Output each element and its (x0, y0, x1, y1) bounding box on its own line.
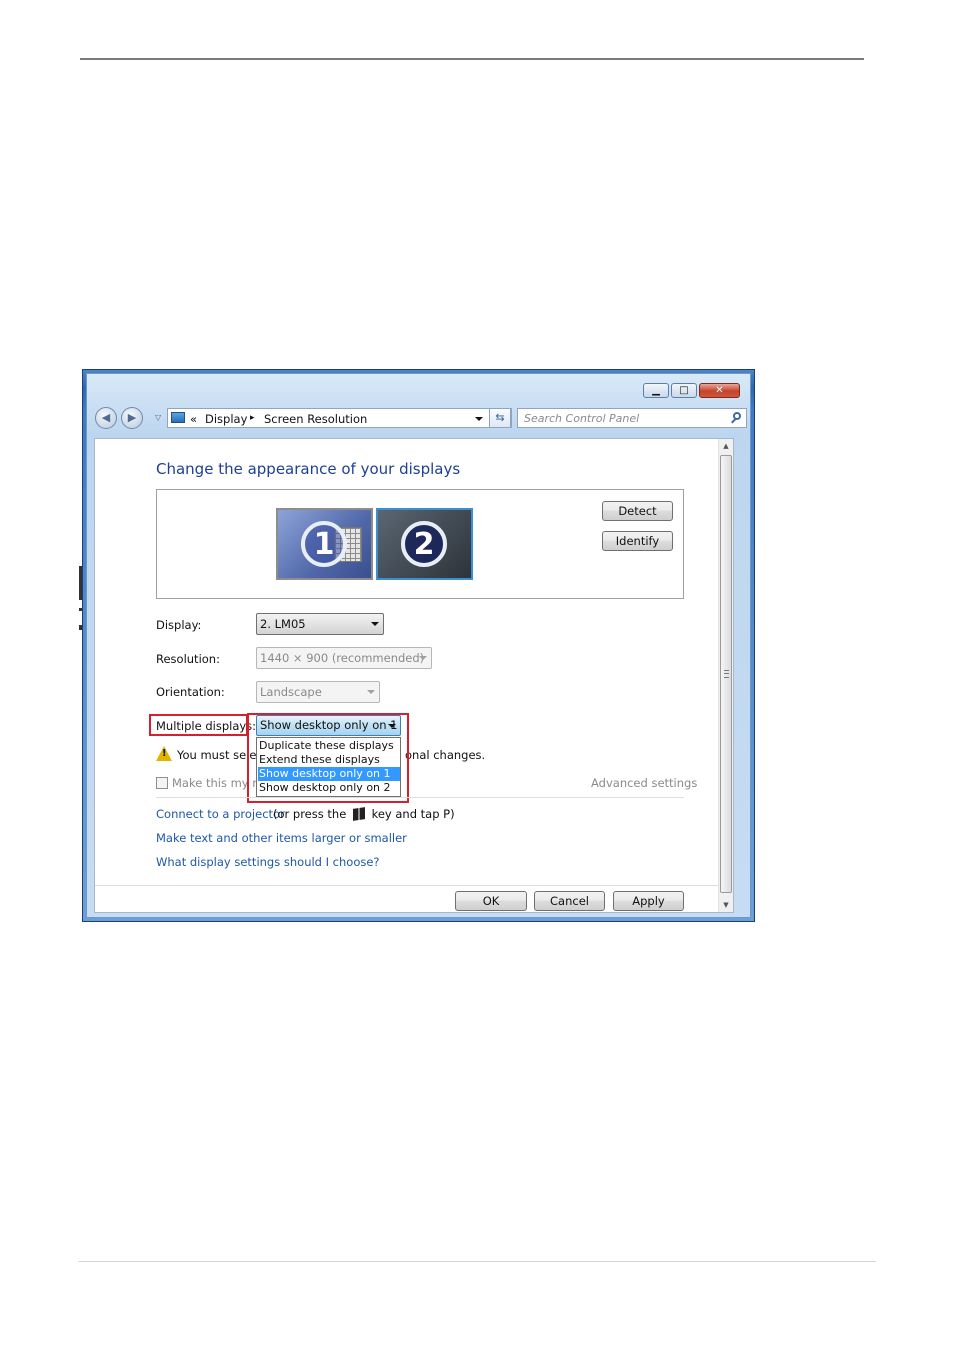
minimize-button[interactable]: ▁ (643, 383, 669, 398)
multiple-displays-label: Multiple displays: (156, 719, 257, 733)
forward-arrow-icon: ▶ (127, 411, 137, 424)
monitor-2-number: 2 (401, 521, 447, 567)
forward-button[interactable]: ▶ (121, 407, 143, 429)
projector-hint-right: key and tap P) (371, 807, 455, 821)
address-dropdown-icon[interactable] (475, 417, 483, 421)
scrollbar-grip-icon (724, 670, 729, 678)
close-icon: ✕ (715, 385, 724, 396)
detect-button[interactable]: Detect (602, 501, 673, 521)
display-help-link[interactable]: What display settings should I choose? (156, 855, 380, 869)
scroll-up-icon[interactable]: ▲ (719, 439, 733, 453)
chevron-down-icon (419, 656, 427, 660)
search-icon[interactable] (733, 412, 741, 420)
search-box[interactable]: Search Control Panel (517, 408, 747, 428)
breadcrumb-prefix[interactable]: « (190, 412, 197, 426)
close-button[interactable]: ✕ (699, 383, 740, 398)
windows-logo-icon (352, 807, 365, 821)
minimize-icon: ▁ (652, 385, 660, 396)
warning-icon: ! (156, 746, 172, 761)
maximize-button[interactable]: □ (671, 383, 697, 398)
breadcrumb-display[interactable]: Display (205, 412, 247, 426)
refresh-button[interactable]: ⇆ (489, 408, 511, 428)
maximize-icon: □ (679, 385, 689, 396)
section-divider (156, 797, 684, 798)
page-title: Change the appearance of your displays (156, 460, 461, 478)
resolution-label: Resolution: (156, 652, 220, 666)
display-select-value: 2. LM05 (260, 617, 306, 631)
content-pane: Change the appearance of your displays 1… (94, 438, 734, 913)
search-placeholder[interactable]: Search Control Panel (524, 412, 639, 425)
page-bottom-rule (78, 1261, 876, 1262)
chevron-down-icon (367, 690, 375, 694)
apply-button[interactable]: Apply (613, 891, 684, 911)
projector-hint-left: (or press the (273, 807, 347, 821)
main-display-checkbox[interactable] (156, 777, 168, 789)
orientation-label: Orientation: (156, 685, 225, 699)
display-preview-area: 1 2 Detect Identify (156, 489, 684, 599)
identify-button[interactable]: Identify (602, 531, 673, 551)
caption-buttons: ▁ □ ✕ (641, 383, 740, 398)
text-size-link[interactable]: Make text and other items larger or smal… (156, 831, 407, 845)
orientation-select: Landscape (256, 681, 380, 703)
page-top-rule (80, 58, 864, 60)
breadcrumb-screen-resolution[interactable]: Screen Resolution (264, 412, 367, 426)
projector-hint-text: (or press the key and tap P) (273, 807, 455, 821)
resolution-select-value: 1440 × 900 (recommended) (260, 651, 425, 665)
warning-text-right: onal changes. (405, 748, 486, 762)
back-arrow-icon: ◀ (101, 411, 111, 424)
control-panel-icon (171, 412, 185, 423)
vertical-scrollbar[interactable]: ▲ ▼ (718, 439, 733, 912)
refresh-icon: ⇆ (495, 411, 505, 424)
scrollbar-thumb[interactable] (720, 455, 732, 893)
ok-button[interactable]: OK (455, 891, 527, 911)
monitor-1-tile[interactable]: 1 (276, 508, 373, 580)
monitor-2-tile[interactable]: 2 (376, 508, 473, 580)
scroll-down-icon[interactable]: ▼ (719, 898, 733, 912)
breadcrumb-separator-icon[interactable]: ▸ (250, 413, 255, 423)
multiple-displays-dropdown-highlight (247, 713, 409, 803)
screen-resolution-window: ▁ □ ✕ ◀ ▶ ▽ « Display ▸ Screen Resolutio… (82, 369, 755, 922)
footer-divider (95, 885, 719, 886)
orientation-select-value: Landscape (260, 685, 322, 699)
connect-projector-link[interactable]: Connect to a projector (156, 807, 285, 821)
back-button[interactable]: ◀ (95, 407, 117, 429)
advanced-settings-link[interactable]: Advanced settings (591, 776, 697, 790)
cancel-button[interactable]: Cancel (534, 891, 605, 911)
navigation-bar: ◀ ▶ ▽ « Display ▸ Screen Resolution ⇆ Se… (95, 407, 747, 429)
display-label: Display: (156, 618, 202, 632)
recent-pages-dropdown-icon[interactable]: ▽ (155, 413, 161, 422)
display-select[interactable]: 2. LM05 (256, 613, 384, 635)
window-frame: ▁ □ ✕ ◀ ▶ ▽ « Display ▸ Screen Resolutio… (86, 373, 751, 918)
address-bar[interactable]: « Display ▸ Screen Resolution (167, 408, 512, 428)
resolution-select: 1440 × 900 (recommended) (256, 647, 432, 669)
chevron-down-icon (371, 622, 379, 626)
monitor-1-number: 1 (301, 521, 347, 567)
